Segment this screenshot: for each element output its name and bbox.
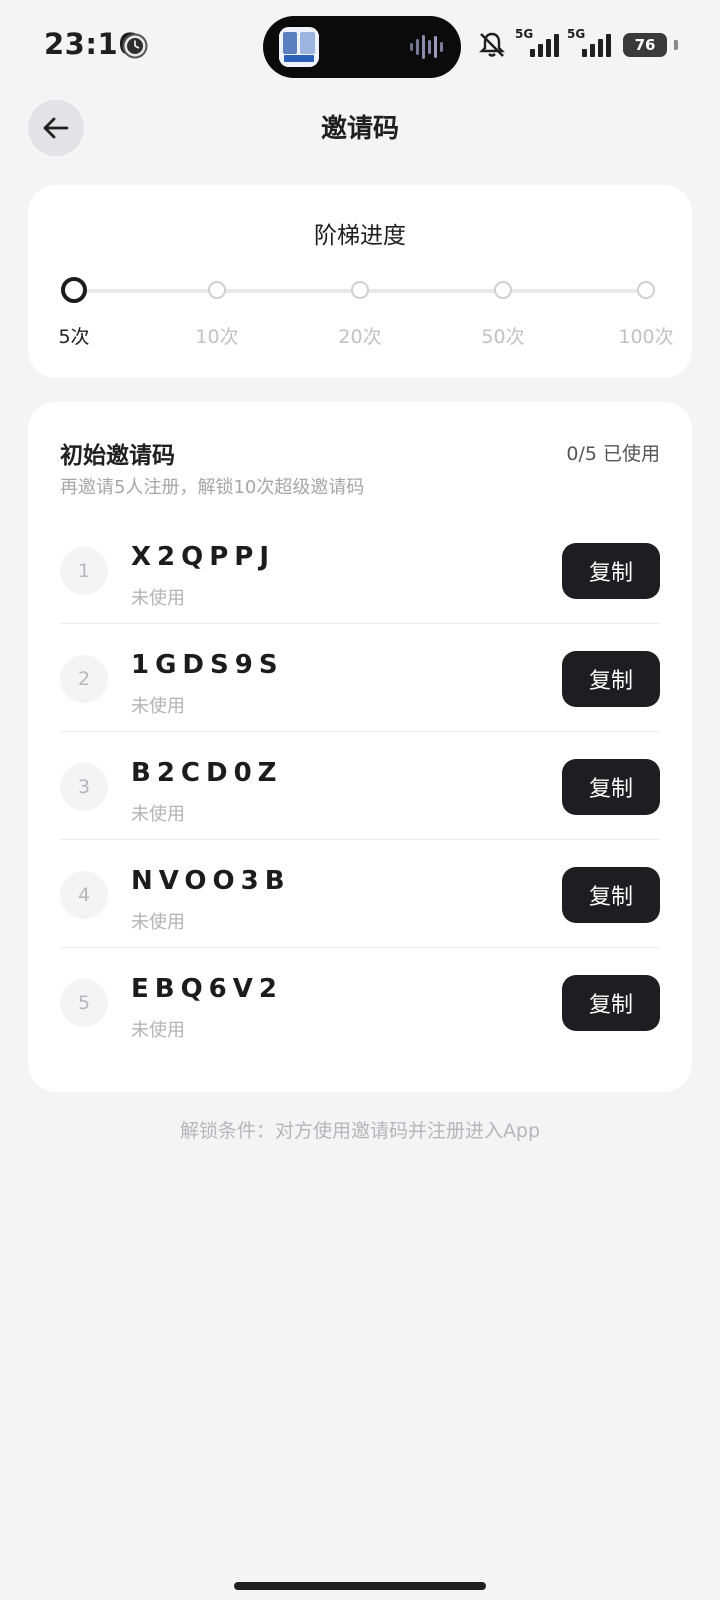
- copy-button[interactable]: 复制: [562, 867, 660, 923]
- code-index-badge: 3: [60, 763, 108, 811]
- invite-code: B2CD0Z: [131, 758, 283, 788]
- copy-button[interactable]: 复制: [562, 975, 660, 1031]
- code-index-badge: 5: [60, 979, 108, 1027]
- app-thumbnail-icon[interactable]: [279, 27, 319, 67]
- ladder-node-4: [494, 281, 512, 299]
- dynamic-island[interactable]: [263, 16, 461, 78]
- invite-code: 1GDS9S: [131, 650, 284, 680]
- unlock-condition-note: 解锁条件：对方使用邀请码并注册进入App: [179, 1120, 541, 1142]
- code-index-badge: 4: [60, 871, 108, 919]
- status-bar: 23:16 5G 5G 76: [0, 0, 720, 92]
- code-status: 未使用: [131, 804, 185, 825]
- invite-code: EBQ6V2: [131, 974, 283, 1004]
- status-icons: 5G 5G 76: [477, 27, 678, 63]
- copy-button[interactable]: 复制: [562, 543, 660, 599]
- ladder-node-3: [351, 281, 369, 299]
- code-list-item: 1 X2QPPJ 未使用 复制: [60, 516, 660, 624]
- signal-icon: 5G: [513, 27, 559, 63]
- copy-button[interactable]: 复制: [562, 759, 660, 815]
- battery-level: 76: [634, 36, 656, 54]
- copy-button[interactable]: 复制: [562, 651, 660, 707]
- ladder-step-label: 50次: [481, 326, 525, 348]
- ladder-step-label: 100次: [618, 326, 674, 348]
- page-title: 邀请码: [320, 114, 399, 144]
- codes-used-count: 0/5 已使用: [566, 443, 660, 465]
- home-indicator[interactable]: [234, 1582, 486, 1590]
- codes-unlock-hint: 再邀请5人注册，解锁10次超级邀请码: [60, 477, 365, 498]
- invite-code: NVOO3B: [131, 866, 291, 896]
- code-list-item: 4 NVOO3B 未使用 复制: [60, 840, 660, 948]
- ladder-step-label: 20次: [338, 326, 382, 348]
- clock-icon: [122, 33, 148, 59]
- code-status: 未使用: [131, 696, 185, 717]
- code-status: 未使用: [131, 1020, 185, 1041]
- mute-icon: [479, 32, 505, 57]
- battery-cap: [674, 40, 678, 50]
- battery-icon: 76: [623, 33, 667, 57]
- ladder-node-2: [208, 281, 226, 299]
- ladder-step-label: 5次: [58, 326, 90, 348]
- code-status: 未使用: [131, 912, 185, 933]
- invite-code: X2QPPJ: [131, 542, 276, 572]
- ladder-node-5: [637, 281, 655, 299]
- code-status: 未使用: [131, 588, 185, 609]
- ladder-node-1: [61, 277, 87, 303]
- code-list-item: 2 1GDS9S 未使用 复制: [60, 624, 660, 732]
- code-index-badge: 1: [60, 547, 108, 595]
- invite-codes-card: 初始邀请码 0/5 已使用 再邀请5人注册，解锁10次超级邀请码 1 X2QPP…: [28, 402, 692, 1092]
- signal-icon: 5G: [565, 27, 611, 63]
- code-list-item: 3 B2CD0Z 未使用 复制: [60, 732, 660, 840]
- codes-section-title: 初始邀请码: [60, 443, 175, 469]
- ladder-step-label: 10次: [195, 326, 239, 348]
- ladder-title: 阶梯进度: [314, 223, 406, 249]
- ladder-progress-card: 阶梯进度 5次 10次 20次 50次 100次: [28, 185, 692, 378]
- code-index-badge: 2: [60, 655, 108, 703]
- sound-wave-icon: [410, 35, 443, 59]
- code-list-item: 5 EBQ6V2 未使用 复制: [60, 948, 660, 1056]
